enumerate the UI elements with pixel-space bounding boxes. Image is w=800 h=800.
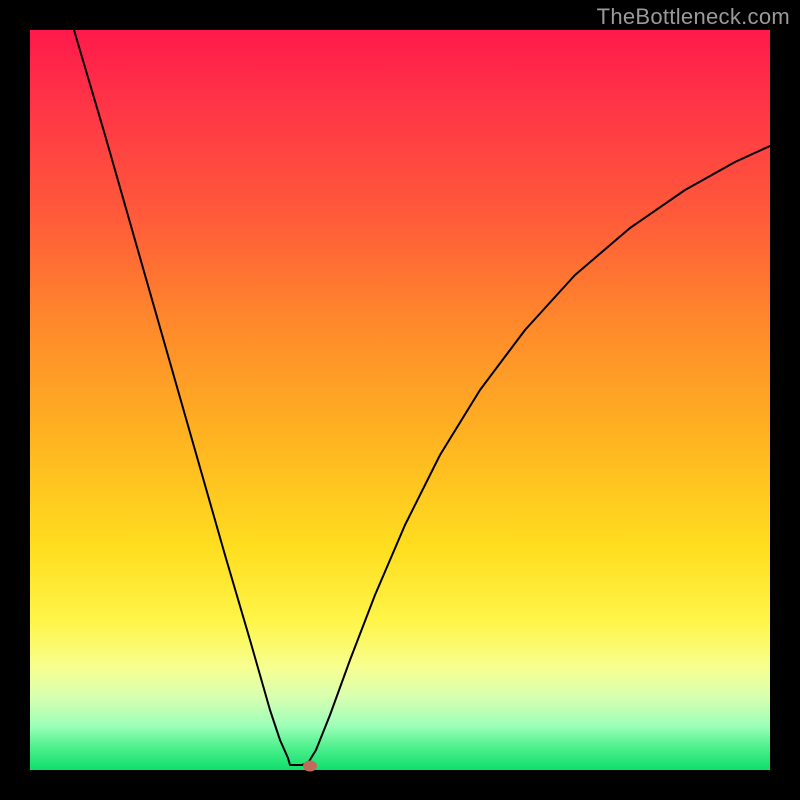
- chart-stage: TheBottleneck.com: [0, 0, 800, 800]
- min-marker: [303, 761, 317, 772]
- curve-path: [74, 30, 770, 765]
- curve-svg: [30, 30, 770, 770]
- plot-area: [30, 30, 770, 770]
- watermark-text: TheBottleneck.com: [597, 4, 790, 30]
